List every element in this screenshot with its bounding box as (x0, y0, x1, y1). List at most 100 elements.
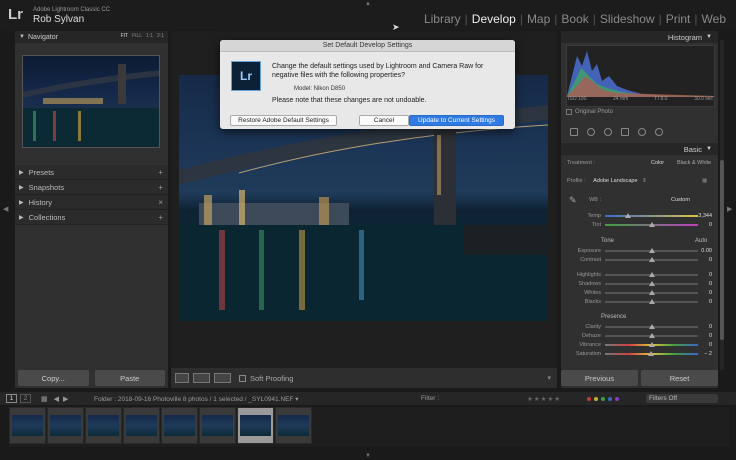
slider-knob[interactable] (647, 351, 654, 356)
slider-value[interactable]: 0 (709, 342, 712, 348)
slider-knob[interactable] (648, 281, 655, 286)
filmstrip-thumbnail[interactable] (85, 407, 122, 444)
right-panel-scrollbar[interactable] (720, 40, 724, 370)
filmstrip-thumbnail[interactable] (161, 407, 198, 444)
soft-proofing-checkbox[interactable] (239, 374, 246, 382)
update-to-current-settings-button[interactable]: Update to Current Settings (409, 115, 504, 126)
slider-track[interactable] (605, 324, 698, 329)
slider-track[interactable] (605, 342, 698, 347)
treatment-black-white[interactable]: Black & White (677, 160, 711, 166)
slider-value[interactable]: 0 (709, 272, 712, 278)
filmstrip-thumbnail-selected[interactable] (237, 407, 274, 444)
scrollbar-thumb[interactable] (720, 160, 724, 340)
slider-knob[interactable] (648, 272, 655, 277)
primary-display-button[interactable]: 1 (6, 394, 17, 403)
slider-knob[interactable] (648, 257, 655, 262)
module-book[interactable]: Book (557, 12, 592, 26)
module-print[interactable]: Print (662, 12, 695, 26)
add-collection-icon[interactable]: + (158, 213, 163, 222)
yellow-label-filter[interactable] (594, 396, 598, 401)
red-eye-icon[interactable] (604, 128, 612, 136)
zoom-1-1[interactable]: 1:1 (146, 33, 153, 39)
slider-value[interactable]: − 2 (704, 351, 712, 357)
clear-history-icon[interactable]: × (158, 198, 163, 207)
cancel-button[interactable]: Cancel (359, 115, 409, 126)
add-snapshot-icon[interactable]: + (158, 183, 163, 192)
previous-button[interactable]: Previous (561, 370, 638, 386)
slider-value[interactable]: 0.00 (701, 248, 712, 254)
original-photo-checkbox[interactable] (566, 109, 572, 115)
blue-label-filter[interactable] (608, 396, 612, 401)
crop-tool-icon[interactable] (570, 128, 578, 136)
filmstrip-thumbnail[interactable] (47, 407, 84, 444)
filters-off-select[interactable]: Filters Off (646, 394, 718, 403)
slider-knob[interactable] (648, 333, 655, 338)
navigator-preview[interactable] (22, 55, 160, 148)
profile-browser-icon[interactable]: ▦ (702, 178, 707, 184)
copy-settings-button[interactable]: Copy... (18, 370, 89, 386)
bottom-panel-toggle-icon[interactable]: ▼ (365, 453, 371, 459)
before-after-icon[interactable] (193, 373, 210, 383)
module-web[interactable]: Web (698, 12, 730, 26)
zoom-2-1[interactable]: 2:1 (157, 33, 164, 39)
collections-header[interactable]: ▶ Collections + (15, 210, 168, 225)
module-map[interactable]: Map (523, 12, 554, 26)
slider-track[interactable] (605, 213, 698, 218)
grid-view-icon[interactable]: ▦ (41, 395, 48, 403)
slider-track[interactable] (605, 257, 698, 262)
zoom-fill[interactable]: FILL (132, 33, 142, 39)
module-develop[interactable]: Develop (468, 12, 520, 26)
slider-track[interactable] (605, 351, 698, 356)
wb-select[interactable]: Custom (671, 197, 690, 203)
navigator-header[interactable]: ▼ Navigator FIT FILL 1:1 2:1 (15, 31, 168, 43)
profile-dropdown-icon[interactable]: ⇕ (642, 178, 647, 184)
zoom-fit[interactable]: FIT (121, 33, 129, 39)
rating-filter-stars[interactable]: ★★★★★ (527, 395, 561, 403)
original-photo-toggle[interactable]: Original Photo (566, 109, 613, 115)
forward-arrow-icon[interactable]: ▶ (63, 395, 68, 403)
slider-value[interactable]: 0 (709, 299, 712, 305)
reset-button[interactable]: Reset (641, 370, 718, 386)
purple-label-filter[interactable] (615, 396, 619, 401)
add-preset-icon[interactable]: + (158, 168, 163, 177)
tone-auto-button[interactable]: Auto (695, 238, 707, 244)
right-panel-toggle-icon[interactable]: ▶ (727, 205, 732, 213)
slider-value[interactable]: 0 (709, 281, 712, 287)
white-balance-eyedropper-icon[interactable]: ✎ (569, 195, 577, 206)
back-arrow-icon[interactable]: ◀ (54, 395, 59, 403)
snapshots-header[interactable]: ▶ Snapshots + (15, 180, 168, 195)
profile-select[interactable]: Adobe Landscape (593, 178, 637, 184)
slider-track[interactable] (605, 281, 698, 286)
filmstrip-thumbnail[interactable] (275, 407, 312, 444)
module-slideshow[interactable]: Slideshow (596, 12, 659, 26)
slider-value[interactable]: 0 (709, 222, 712, 228)
left-panel-toggle-icon[interactable]: ◀ (3, 205, 8, 213)
slider-knob[interactable] (625, 213, 632, 218)
slider-track[interactable] (605, 333, 698, 338)
histogram-header[interactable]: Histogram ▼ (561, 31, 718, 43)
top-panel-toggle-icon[interactable]: ▲ (365, 1, 371, 7)
filmstrip-thumbnail[interactable] (123, 407, 160, 444)
graduated-filter-icon[interactable] (621, 128, 629, 136)
green-label-filter[interactable] (601, 396, 605, 401)
history-header[interactable]: ▶ History × (15, 195, 168, 210)
spot-removal-icon[interactable] (587, 128, 595, 136)
filmstrip-thumbnail[interactable] (199, 407, 236, 444)
slider-knob[interactable] (648, 324, 655, 329)
basic-panel-header[interactable]: Basic ▼ (561, 143, 718, 155)
filmstrip-thumbnail[interactable] (9, 407, 46, 444)
module-library[interactable]: Library (420, 12, 465, 26)
radial-filter-icon[interactable] (638, 128, 646, 136)
slider-knob[interactable] (648, 248, 655, 253)
slider-value[interactable]: 3,344 (698, 213, 712, 219)
slider-track[interactable] (605, 290, 698, 295)
filmstrip-source-info[interactable]: Folder : 2018-09-16 Photoville 8 photos … (94, 395, 299, 403)
slider-value[interactable]: 0 (709, 333, 712, 339)
toolbar-menu-icon[interactable]: ▾ (547, 374, 551, 382)
slider-knob[interactable] (648, 222, 655, 227)
adjustment-brush-icon[interactable] (655, 128, 663, 136)
slider-track[interactable] (605, 222, 698, 227)
slider-knob[interactable] (648, 299, 655, 304)
slider-knob[interactable] (648, 342, 655, 347)
before-after-swap-icon[interactable] (214, 373, 231, 383)
